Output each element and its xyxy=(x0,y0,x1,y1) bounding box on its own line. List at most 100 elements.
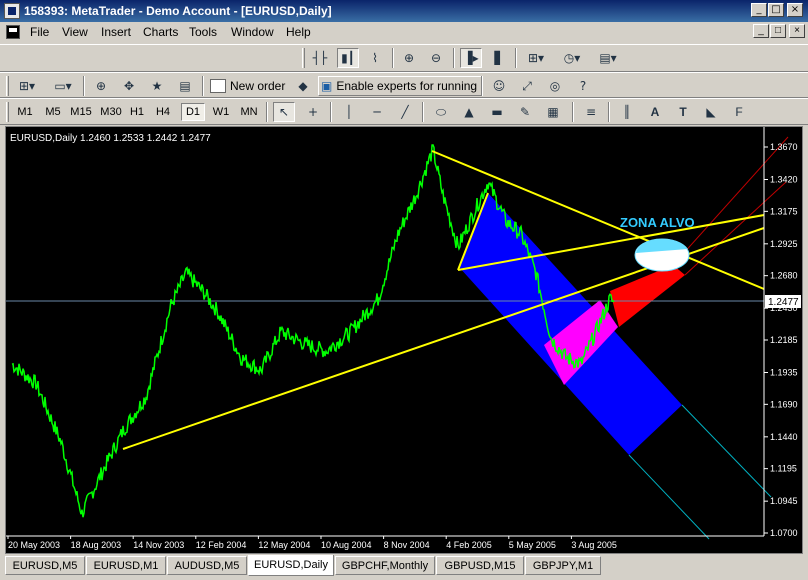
price-label: 1.1690 xyxy=(770,399,798,409)
indicators-icon[interactable]: ⊞▾ xyxy=(521,48,551,68)
metaeditor-icon[interactable]: ◆ xyxy=(292,76,314,96)
price-label: 1.1935 xyxy=(770,367,798,377)
zoom-in-icon[interactable]: ⊕ xyxy=(398,48,420,68)
strategy-tester-icon[interactable]: ◎ xyxy=(544,76,566,96)
price-label: 1.2925 xyxy=(770,239,798,249)
price-label: 1.3670 xyxy=(770,142,798,152)
menu-charts[interactable]: Charts xyxy=(143,25,178,39)
zona-alvo-annotation: ZONA ALVO xyxy=(620,215,695,230)
vertical-line-icon[interactable]: │ xyxy=(338,102,360,122)
menu-insert[interactable]: Insert xyxy=(101,25,131,39)
toolbar-separator xyxy=(608,102,610,122)
menu-file[interactable]: File xyxy=(30,25,49,39)
menu-view[interactable]: View xyxy=(62,25,88,39)
mdi-minimize-button[interactable]: _ xyxy=(753,24,769,38)
triangle-icon[interactable]: ▲ xyxy=(458,102,480,122)
price-label: 1.0700 xyxy=(770,528,798,538)
tf-mn[interactable]: MN xyxy=(236,103,262,121)
profiles-icon[interactable]: ▭▾ xyxy=(48,76,78,96)
tf-m1[interactable]: M1 xyxy=(12,103,38,121)
tf-h1[interactable]: H1 xyxy=(126,103,148,121)
zoom-out-icon[interactable]: ⊖ xyxy=(425,48,447,68)
toolbar-grip xyxy=(302,48,305,68)
toolbar-separator xyxy=(83,76,85,96)
tf-d1[interactable]: D1 xyxy=(181,103,205,121)
templates-icon[interactable]: ▤▾ xyxy=(593,48,623,68)
date-label: 14 Nov 2003 xyxy=(133,540,184,550)
navigator-icon[interactable]: ★ xyxy=(146,76,168,96)
chart-window-icon[interactable] xyxy=(6,25,20,39)
people-icon[interactable]: ☺ xyxy=(488,76,510,96)
toolbar-separator xyxy=(515,48,517,68)
menu-help[interactable]: Help xyxy=(286,25,311,39)
minimize-button[interactable]: _ xyxy=(751,3,767,17)
tab-audusd-m5[interactable]: AUDUSD,M5 xyxy=(167,556,247,575)
new-order-button[interactable]: New order xyxy=(210,76,285,96)
charts-toolbar: ┤├ ▮┃ ⌇ ⊕ ⊖ ▐▸ ▐▏ ⊞▾ ◷▾ ▤▾ xyxy=(0,44,808,72)
help-icon[interactable]: ? xyxy=(572,76,594,96)
enable-experts-button[interactable]: ▣ Enable experts for running xyxy=(318,76,483,96)
fibo-channel-icon[interactable]: ≡ xyxy=(580,102,602,122)
price-label: 1.1440 xyxy=(770,432,798,442)
date-label: 20 May 2003 xyxy=(8,540,60,550)
tf-m5[interactable]: M5 xyxy=(40,103,66,121)
ellipse-icon[interactable]: ⬭ xyxy=(430,102,452,122)
fullscreen-icon[interactable]: ⤢ xyxy=(516,76,538,96)
data-window-icon[interactable]: ✥ xyxy=(118,76,140,96)
text-label-icon[interactable]: T xyxy=(672,102,694,122)
chart-shift-icon[interactable]: ▐▏ xyxy=(488,48,510,68)
tf-w1[interactable]: W1 xyxy=(208,103,234,121)
price-label: 1.0945 xyxy=(770,496,798,506)
menu-window[interactable]: Window xyxy=(231,25,274,39)
menu-bar: File View Insert Charts Tools Window Hel… xyxy=(0,22,808,42)
fibo-fan-icon[interactable]: F xyxy=(728,102,750,122)
toolbar-separator xyxy=(422,102,424,122)
candlestick-icon[interactable]: ▮┃ xyxy=(337,48,359,68)
price-chart[interactable]: ZONA ALVO EURUSD,Daily 1.2460 1.2533 1.2… xyxy=(6,127,802,553)
maximize-button[interactable]: □ xyxy=(768,3,784,17)
arrows-icon[interactable]: ◣ xyxy=(700,102,722,122)
tab-gbpjpy-m1[interactable]: GBPJPY,M1 xyxy=(525,556,601,575)
crosshair-icon[interactable]: + xyxy=(302,102,324,122)
new-chart-icon[interactable]: ⊞▾ xyxy=(12,76,42,96)
tab-eurusd-daily[interactable]: EURUSD,Daily xyxy=(248,555,334,576)
tf-m30[interactable]: M30 xyxy=(97,103,125,121)
tab-gbpusd-m15[interactable]: GBPUSD,M15 xyxy=(436,556,524,575)
date-label: 18 Aug 2003 xyxy=(71,540,122,550)
line-chart-icon[interactable]: ⌇ xyxy=(364,48,386,68)
date-label: 12 May 2004 xyxy=(258,540,310,550)
app-icon[interactable] xyxy=(4,3,20,19)
periods-icon[interactable]: ◷▾ xyxy=(557,48,587,68)
toolbar-separator xyxy=(453,48,455,68)
market-watch-icon[interactable]: ⊕ xyxy=(90,76,112,96)
channel-extension-line xyxy=(628,454,710,540)
trendline-icon[interactable]: ╱ xyxy=(394,102,416,122)
channel-icon[interactable]: ▦ xyxy=(542,102,564,122)
price-axis: 1.36701.34201.31751.29251.26801.24301.21… xyxy=(764,142,798,538)
tf-h4[interactable]: H4 xyxy=(151,103,175,121)
tab-gbpchf-monthly[interactable]: GBPCHF,Monthly xyxy=(335,556,435,575)
bar-chart-icon[interactable]: ┤├ xyxy=(309,48,331,68)
pencil-icon[interactable]: ✎ xyxy=(514,102,536,122)
terminal-icon[interactable]: ▤ xyxy=(174,76,196,96)
mdi-close-button[interactable]: × xyxy=(789,24,805,38)
new-order-label: New order xyxy=(230,79,286,93)
mdi-restore-button[interactable]: □ xyxy=(770,24,786,38)
toolbar-separator xyxy=(330,102,332,122)
tf-m15[interactable]: M15 xyxy=(67,103,95,121)
tab-eurusd-m5[interactable]: EURUSD,M5 xyxy=(5,556,85,575)
date-label: 8 Nov 2004 xyxy=(384,540,430,550)
menu-tools[interactable]: Tools xyxy=(189,25,217,39)
price-label: 1.2185 xyxy=(770,335,798,345)
status-bar xyxy=(0,576,808,580)
text-icon[interactable]: A xyxy=(644,102,666,122)
rectangle-icon[interactable]: ▬ xyxy=(486,102,508,122)
autoscroll-icon[interactable]: ▐▸ xyxy=(460,48,482,68)
toolbar-separator xyxy=(202,76,204,96)
tab-eurusd-m1[interactable]: EURUSD,M1 xyxy=(86,556,166,575)
cycle-lines-icon[interactable]: ║ xyxy=(616,102,638,122)
cursor-icon[interactable]: ↖ xyxy=(273,102,295,122)
close-button[interactable]: × xyxy=(787,3,803,17)
horizontal-line-icon[interactable]: ─ xyxy=(366,102,388,122)
chart-window[interactable]: ZONA ALVO EURUSD,Daily 1.2460 1.2533 1.2… xyxy=(5,126,803,554)
